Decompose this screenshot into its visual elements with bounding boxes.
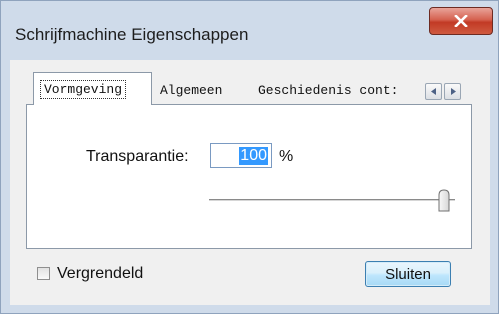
transparency-slider-track[interactable] [209,199,455,202]
close-icon [454,15,468,27]
tab-label: Algemeen [160,82,223,98]
tab-panel [26,104,472,249]
window-title: Schrijfmachine Eigenschappen [15,25,249,44]
lock-checkbox[interactable] [37,267,50,280]
transparency-label: Transparantie: [86,148,189,165]
percent-unit: % [279,148,294,165]
arrow-right-icon [450,88,456,95]
tab-geschiedenis[interactable]: Geschiedenis cont: [258,76,422,104]
transparency-value: 100 [239,146,268,165]
tab-scroll-right-button[interactable] [444,83,461,100]
tab-algemeen[interactable]: Algemeen [160,76,250,104]
tab-scroll-left-button[interactable] [425,83,442,100]
tab-label: Geschiedenis cont: [258,82,399,98]
arrow-left-icon [430,88,436,95]
transparency-slider-thumb[interactable] [437,189,451,213]
tab-label: Vormgeving [40,79,127,99]
lock-checkbox-label[interactable]: Vergrendeld [57,265,143,283]
close-dialog-button[interactable]: Sluiten [365,261,451,287]
transparency-input[interactable]: 100 [210,143,272,168]
window-close-button[interactable] [429,7,493,35]
tab-vormgeving[interactable]: Vormgeving [33,72,152,105]
